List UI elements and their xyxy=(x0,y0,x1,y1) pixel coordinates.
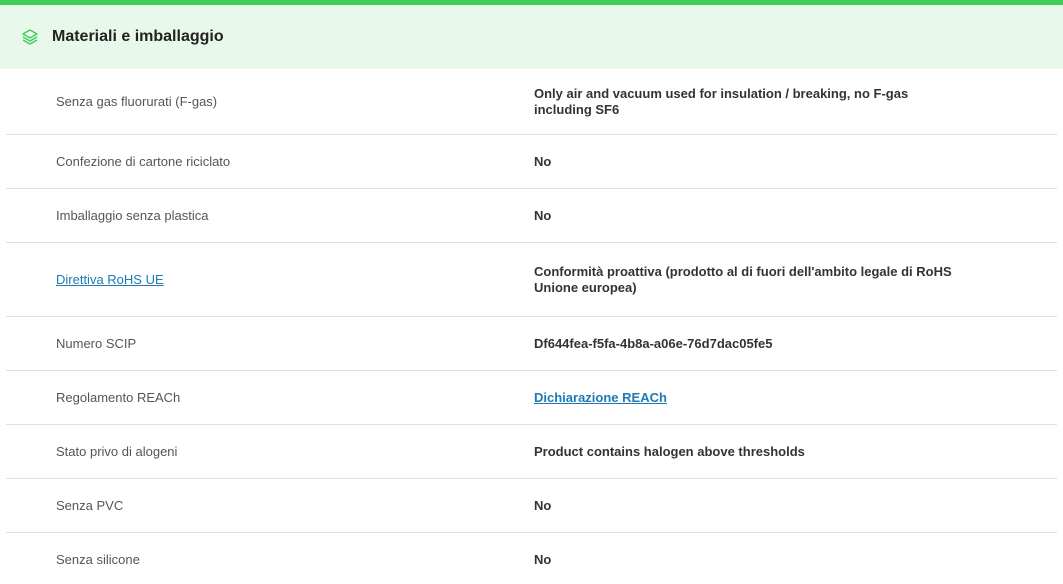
row-value: Df644fea-f5fa-4b8a-a06e-76d7dac05fe5 xyxy=(534,335,773,351)
section-title: Materiali e imballaggio xyxy=(52,28,224,45)
row-value: No xyxy=(534,207,552,223)
row-plastic-free-packaging: Imballaggio senza plastica No xyxy=(6,189,1057,243)
row-label: Senza silicone xyxy=(56,552,140,567)
row-label: Confezione di cartone riciclato xyxy=(56,154,231,169)
row-value: No xyxy=(534,551,552,567)
row-label: Stato privo di alogeni xyxy=(56,444,178,459)
row-label: Senza gas fluorurati (F-gas) xyxy=(56,94,218,109)
row-label: Senza PVC xyxy=(56,498,124,513)
reach-declaration-link[interactable]: Dichiarazione REACh xyxy=(534,390,954,406)
materials-packaging-panel: Materiali e imballaggio Senza gas fluoru… xyxy=(0,0,1063,584)
row-recycled-cardboard: Confezione di cartone riciclato No xyxy=(6,135,1057,189)
row-label: Numero SCIP xyxy=(56,336,137,351)
row-label: Imballaggio senza plastica xyxy=(56,208,209,223)
rohs-directive-link[interactable]: Direttiva RoHS UE xyxy=(6,272,534,287)
row-reach: Regolamento REACh Dichiarazione REACh xyxy=(6,371,1057,425)
row-f-gas: Senza gas fluorurati (F-gas) Only air an… xyxy=(6,69,1057,135)
row-value: No xyxy=(534,153,552,169)
row-value: No xyxy=(534,497,552,513)
row-silicone-free: Senza silicone No xyxy=(6,533,1057,584)
layers-icon xyxy=(20,27,40,47)
row-label: Regolamento REACh xyxy=(56,390,181,405)
row-pvc-free: Senza PVC No xyxy=(6,479,1057,533)
row-value: Product contains halogen above threshold… xyxy=(534,443,805,459)
row-scip: Numero SCIP Df644fea-f5fa-4b8a-a06e-76d7… xyxy=(6,317,1057,371)
section-header[interactable]: Materiali e imballaggio xyxy=(0,5,1063,69)
row-halogen-free: Stato privo di alogeni Product contains … xyxy=(6,425,1057,479)
row-rohs: Direttiva RoHS UE Conformità proattiva (… xyxy=(6,243,1057,317)
row-value: Only air and vacuum used for insulation … xyxy=(534,85,909,117)
row-value: Conformità proattiva (prodotto al di fuo… xyxy=(534,263,952,295)
properties-table: Senza gas fluorurati (F-gas) Only air an… xyxy=(0,69,1063,584)
